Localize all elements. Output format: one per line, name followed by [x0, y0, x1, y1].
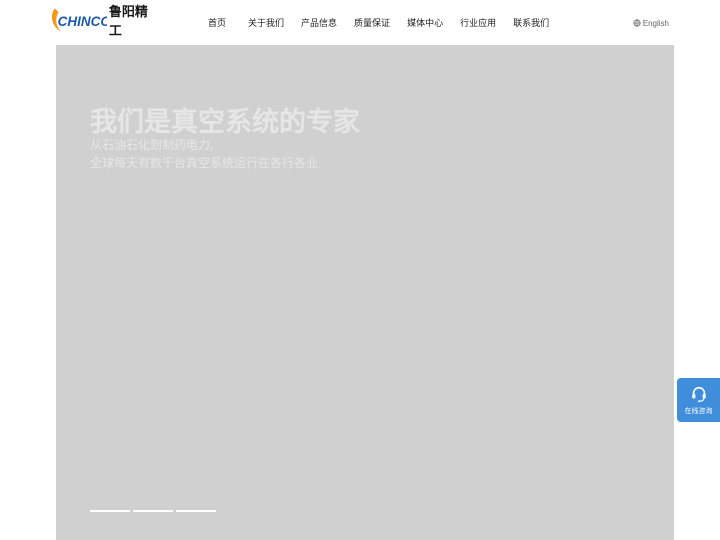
globe-icon — [633, 19, 641, 27]
language-label: English — [642, 18, 669, 28]
slide-indicator-2[interactable] — [133, 510, 173, 512]
nav-item-quality[interactable]: 质量保证 — [354, 16, 390, 29]
hero-subtitle-line1: 从石油石化到制药电力, — [90, 138, 214, 152]
headset-icon — [691, 386, 706, 402]
logo[interactable]: CHINCO 鲁阳精工 — [49, 4, 159, 39]
slider-pagination — [90, 510, 219, 512]
page: CHINCO 鲁阳精工 首页 关于我们 产品信息 质量保证 媒体中心 行业应用 … — [0, 0, 720, 540]
main-nav: 首页 关于我们 产品信息 质量保证 媒体中心 行业应用 联系我们 — [208, 0, 566, 45]
slide-indicator-1[interactable] — [90, 510, 130, 512]
nav-item-products[interactable]: 产品信息 — [301, 16, 337, 29]
logo-brand-en: CHINCO — [58, 14, 107, 29]
online-consult-button[interactable]: 在线咨询 — [677, 378, 720, 422]
hero-subtitle-line2: 全球每天有数千台真空系统运行在各行各业 — [90, 156, 319, 170]
header: CHINCO 鲁阳精工 首页 关于我们 产品信息 质量保证 媒体中心 行业应用 … — [0, 0, 720, 45]
hero-banner: 我们是真空系统的专家 从石油石化到制药电力, 全球每天有数千台真空系统运行在各行… — [56, 45, 674, 540]
language-switch[interactable]: English — [633, 16, 669, 30]
nav-item-media[interactable]: 媒体中心 — [407, 16, 443, 29]
nav-item-industry[interactable]: 行业应用 — [460, 16, 496, 29]
online-consult-label: 在线咨询 — [684, 406, 713, 415]
nav-item-home[interactable]: 首页 — [208, 16, 226, 29]
nav-item-about[interactable]: 关于我们 — [248, 16, 284, 29]
logo-brand-cn: 鲁阳精工 — [108, 5, 148, 39]
slide-indicator-3[interactable] — [176, 510, 216, 512]
chinco-logo-icon: CHINCO — [51, 8, 107, 32]
nav-item-contact[interactable]: 联系我们 — [513, 16, 549, 29]
hero-title: 我们是真空系统的专家 — [90, 107, 360, 138]
hero-subtitle: 从石油石化到制药电力, 全球每天有数千台真空系统运行在各行各业 — [90, 136, 318, 172]
